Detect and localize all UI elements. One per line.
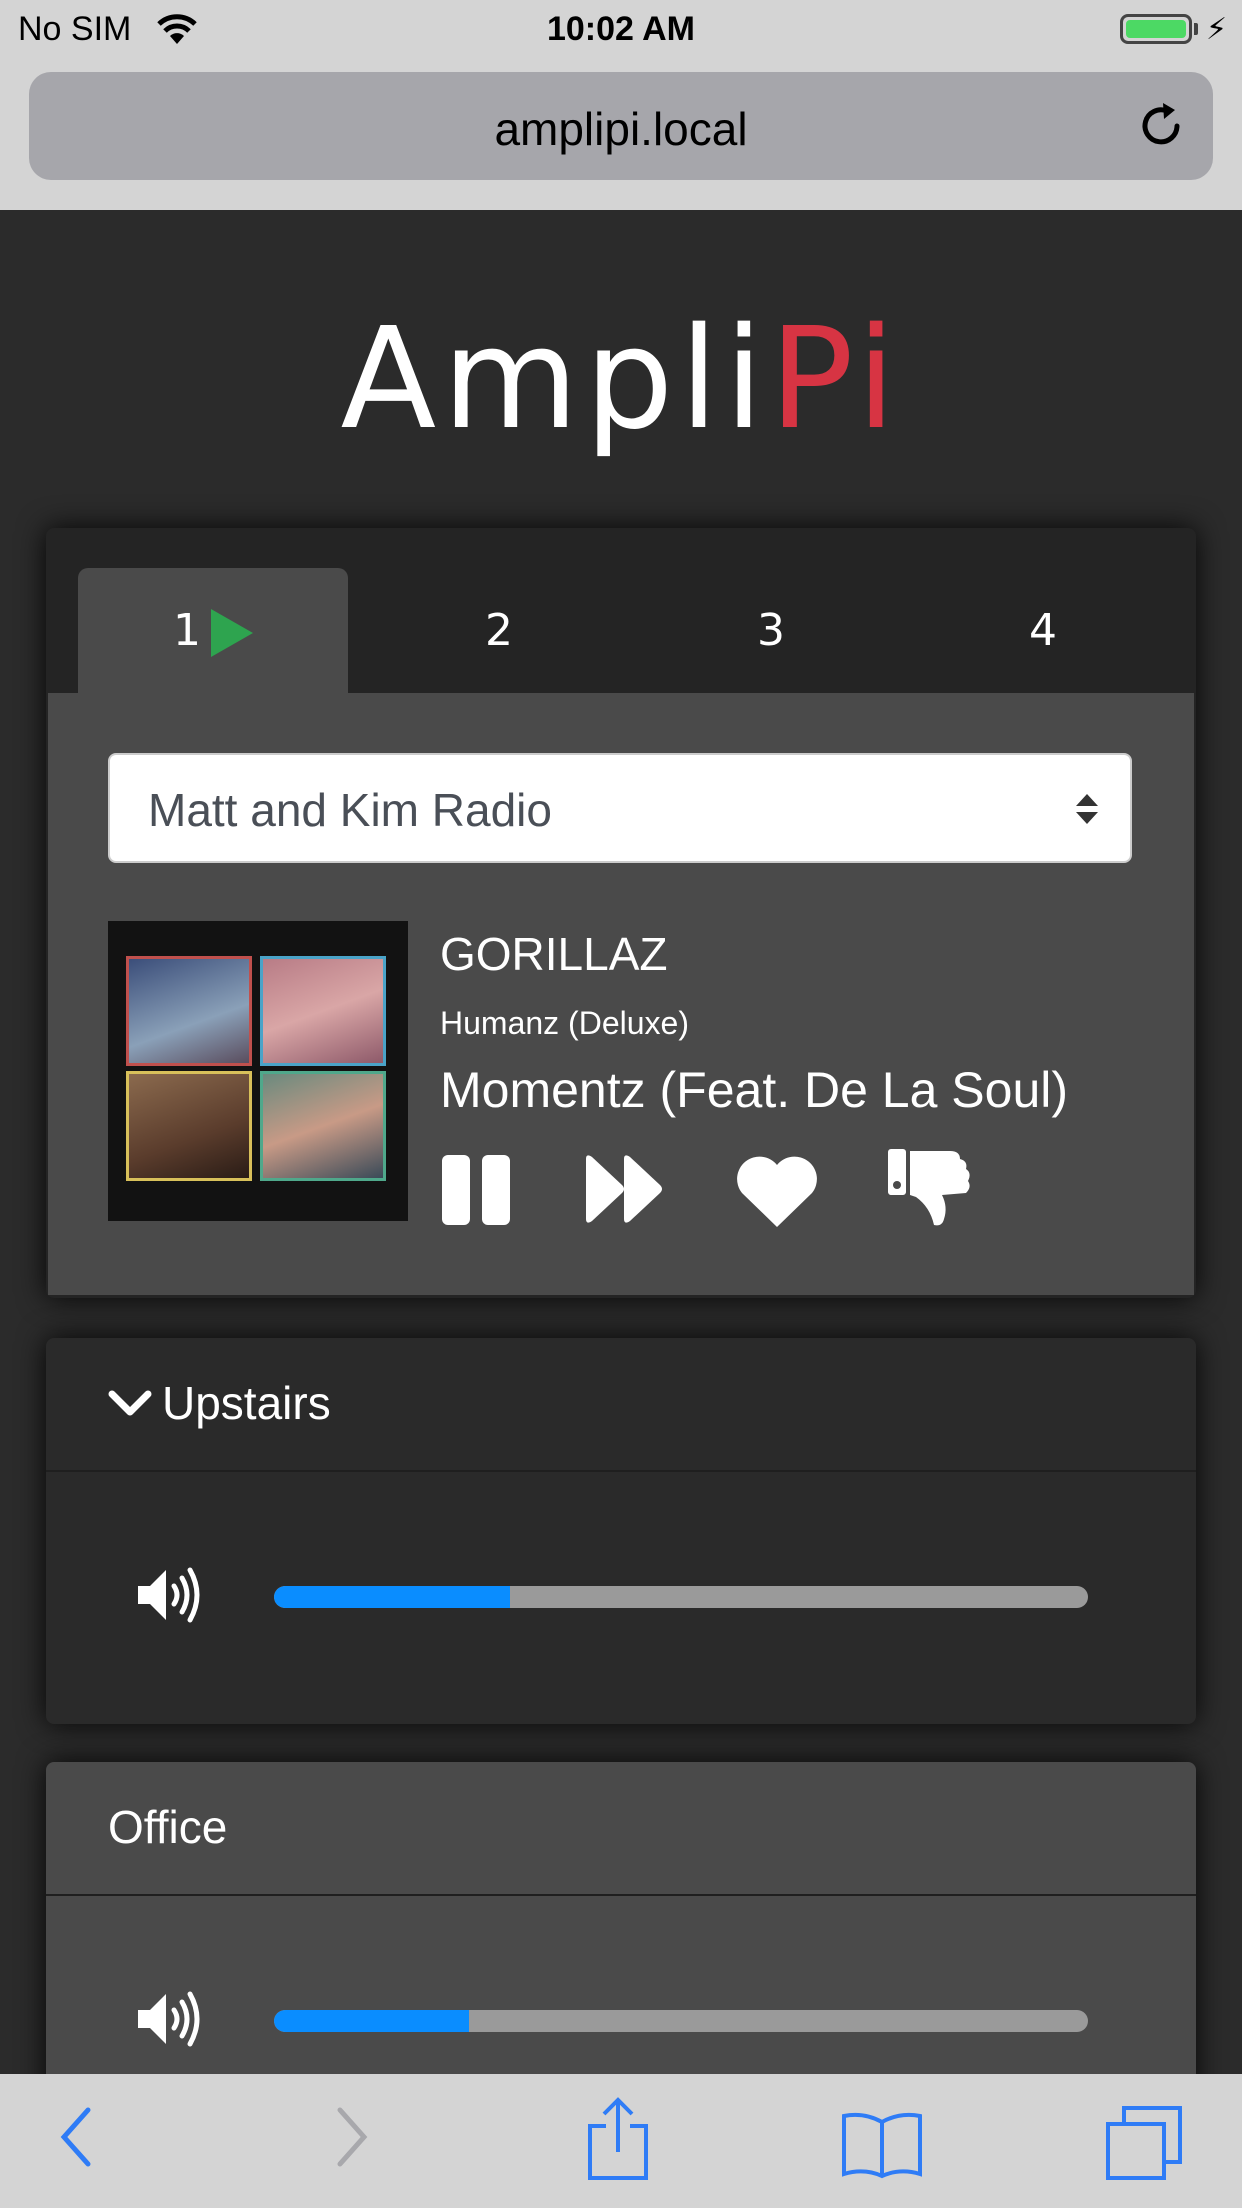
battery-cap [1194,23,1198,35]
select-arrows-icon [1076,794,1098,824]
album-art-tile [260,1071,386,1181]
volume-slider[interactable] [274,1586,1088,1608]
source-select-value: Matt and Kim Radio [148,784,552,836]
reload-icon[interactable] [1135,100,1187,152]
album-art-tile [260,956,386,1066]
browser-toolbar [0,2074,1242,2208]
tab-source-1[interactable]: 1 [78,568,348,693]
track-artist: GORILLAZ [440,928,668,980]
logo-text-ampli: Ampli [340,298,770,461]
volume-slider-fill [274,1586,511,1608]
album-art [108,921,408,1221]
volume-icon[interactable] [134,1564,204,1626]
tab-label: 4 [1029,605,1057,656]
url-field[interactable]: amplipi.local [29,72,1213,180]
zone-divider [46,1470,1196,1472]
tab-source-3[interactable]: 3 [636,568,906,693]
logo-text-pi: Pi [769,298,902,461]
volume-slider[interactable] [274,2010,1088,2032]
browser-address-bar: amplipi.local [0,60,1242,210]
heart-icon[interactable] [734,1151,820,1229]
charging-icon: ⚡ [1206,12,1228,47]
track-title: Momentz (Feat. De La Soul) [440,1062,1069,1118]
playing-icon [211,609,253,657]
thumbs-down-icon[interactable] [886,1145,972,1231]
bookmarks-icon[interactable] [840,2110,924,2180]
tab-source-2[interactable]: 2 [364,568,634,693]
player-card: 1 2 3 4 Matt and Kim Radio GORILLAZ Huma… [46,528,1196,1298]
track-album: Humanz (Deluxe) [440,1005,689,1041]
zone-name[interactable]: Upstairs [162,1376,331,1430]
clock: 10:02 AM [546,10,696,48]
volume-slider-fill [274,2010,470,2032]
url-text: amplipi.local [494,103,748,155]
tab-label: 2 [485,605,513,656]
zone-card-upstairs: Upstairs [46,1338,1196,1724]
share-icon[interactable] [586,2096,650,2182]
zone-name[interactable]: Office [108,1800,227,1854]
forward-icon [337,2107,368,2167]
source-select[interactable]: Matt and Kim Radio [108,753,1132,863]
tab-label: 1 [173,605,201,656]
album-art-tile [126,1071,252,1181]
chevron-down-icon[interactable] [108,1388,152,1418]
fast-forward-icon[interactable] [582,1151,668,1227]
tabs-icon[interactable] [1104,2104,1186,2182]
status-bar: No SIM 10:02 AM ⚡ [0,0,1242,60]
tab-source-4[interactable]: 4 [908,568,1178,693]
source-panel: Matt and Kim Radio GORILLAZ Humanz (Delu… [48,693,1194,1295]
pause-icon[interactable] [440,1151,514,1227]
volume-icon[interactable] [134,1988,204,2050]
zone-divider [46,1894,1196,1896]
battery-icon [1120,14,1192,44]
back-icon[interactable] [56,2102,96,2172]
app-logo: AmpliPi [0,298,1242,461]
album-art-tile [126,956,252,1066]
tab-label: 3 [757,605,785,656]
